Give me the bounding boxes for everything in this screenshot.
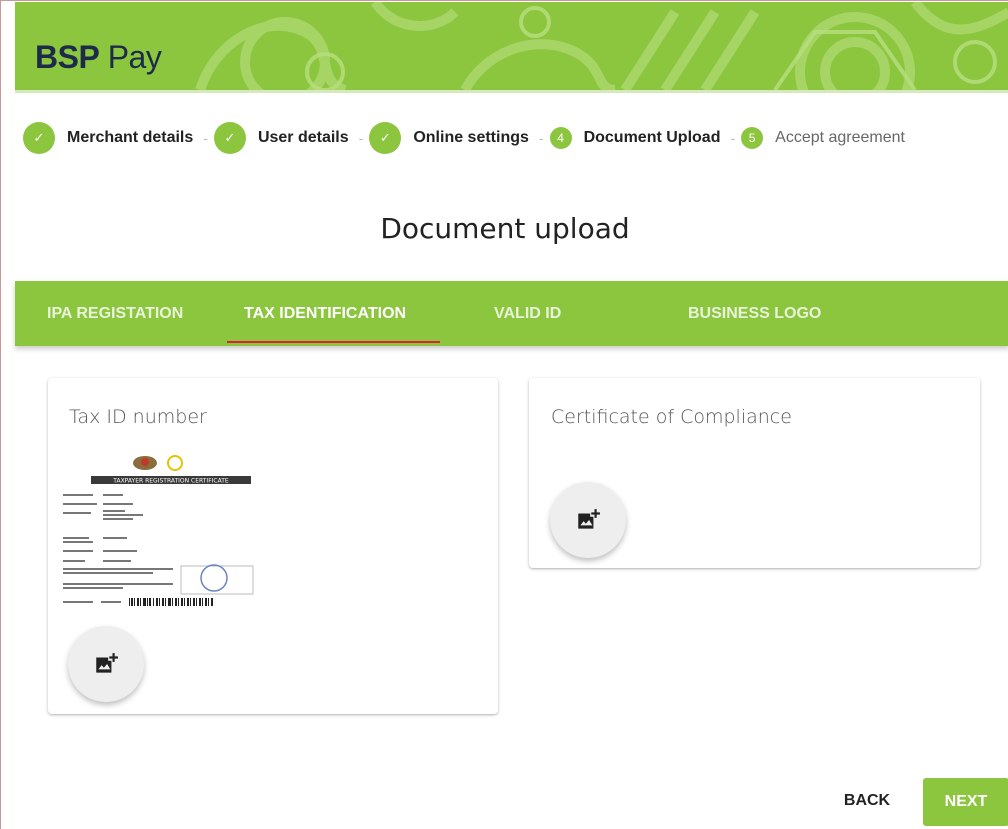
progress-stepper: ✓ Merchant details - ✓ User details - ✓ …: [23, 122, 905, 154]
step-label: Accept agreement: [775, 129, 905, 146]
brand-logo: BSP Pay: [35, 39, 162, 76]
check-icon: ✓: [369, 122, 402, 154]
step-label: Online settings: [413, 129, 529, 146]
step-separator: -: [538, 130, 544, 146]
step-number-badge: 5: [741, 127, 764, 149]
step-label: Document Upload: [583, 129, 721, 146]
step-document-upload[interactable]: 4 Document Upload: [549, 127, 721, 149]
step-user-details[interactable]: ✓ User details: [213, 122, 349, 154]
card-title: Tax ID number: [69, 406, 207, 428]
step-accept-agreement[interactable]: 5 Accept agreement: [741, 127, 905, 149]
add-photo-icon: [578, 509, 600, 529]
brand-name-bold: BSP: [35, 39, 100, 75]
tab-ipa-registration[interactable]: IPA REGISTATION: [47, 281, 183, 346]
tab-valid-id[interactable]: VALID ID: [494, 281, 561, 346]
next-button[interactable]: NEXT: [923, 778, 1008, 826]
active-tab-indicator: [227, 341, 440, 343]
page: BSP Pay ✓ Merchant details - ✓ User deta…: [0, 0, 1008, 829]
tax-certificate-thumbnail[interactable]: TAXPAYER REGISTRATION CERTIFICATE: [61, 446, 261, 626]
tab-tax-identification[interactable]: TAX IDENTIFICATION: [244, 281, 406, 346]
add-photo-icon: [96, 653, 118, 673]
certificate-heading: TAXPAYER REGISTRATION CERTIFICATE: [112, 478, 229, 485]
step-separator: -: [358, 130, 364, 146]
page-title: Document upload: [380, 212, 630, 245]
document-tabs: IPA REGISTATION TAX IDENTIFICATION VALID…: [15, 281, 1008, 346]
upload-tax-id-button[interactable]: [68, 626, 144, 702]
upload-compliance-button[interactable]: [550, 482, 626, 558]
step-separator: -: [730, 130, 736, 146]
header-pattern: [195, 2, 1008, 90]
step-label: Merchant details: [67, 129, 194, 146]
back-button[interactable]: BACK: [827, 781, 907, 821]
brand-name-light: Pay: [107, 39, 162, 75]
tab-business-logo[interactable]: BUSINESS LOGO: [688, 281, 821, 346]
app-header: BSP Pay: [15, 2, 1008, 90]
step-online-settings[interactable]: ✓ Online settings: [369, 122, 529, 154]
header-divider: [15, 90, 1008, 93]
step-merchant-details[interactable]: ✓ Merchant details: [23, 122, 193, 154]
step-label: User details: [257, 129, 349, 146]
check-icon: ✓: [213, 122, 246, 154]
card-title: Certificate of Compliance: [551, 406, 792, 428]
step-number-badge: 4: [549, 127, 572, 149]
check-icon: ✓: [23, 122, 55, 154]
step-separator: -: [203, 130, 208, 146]
